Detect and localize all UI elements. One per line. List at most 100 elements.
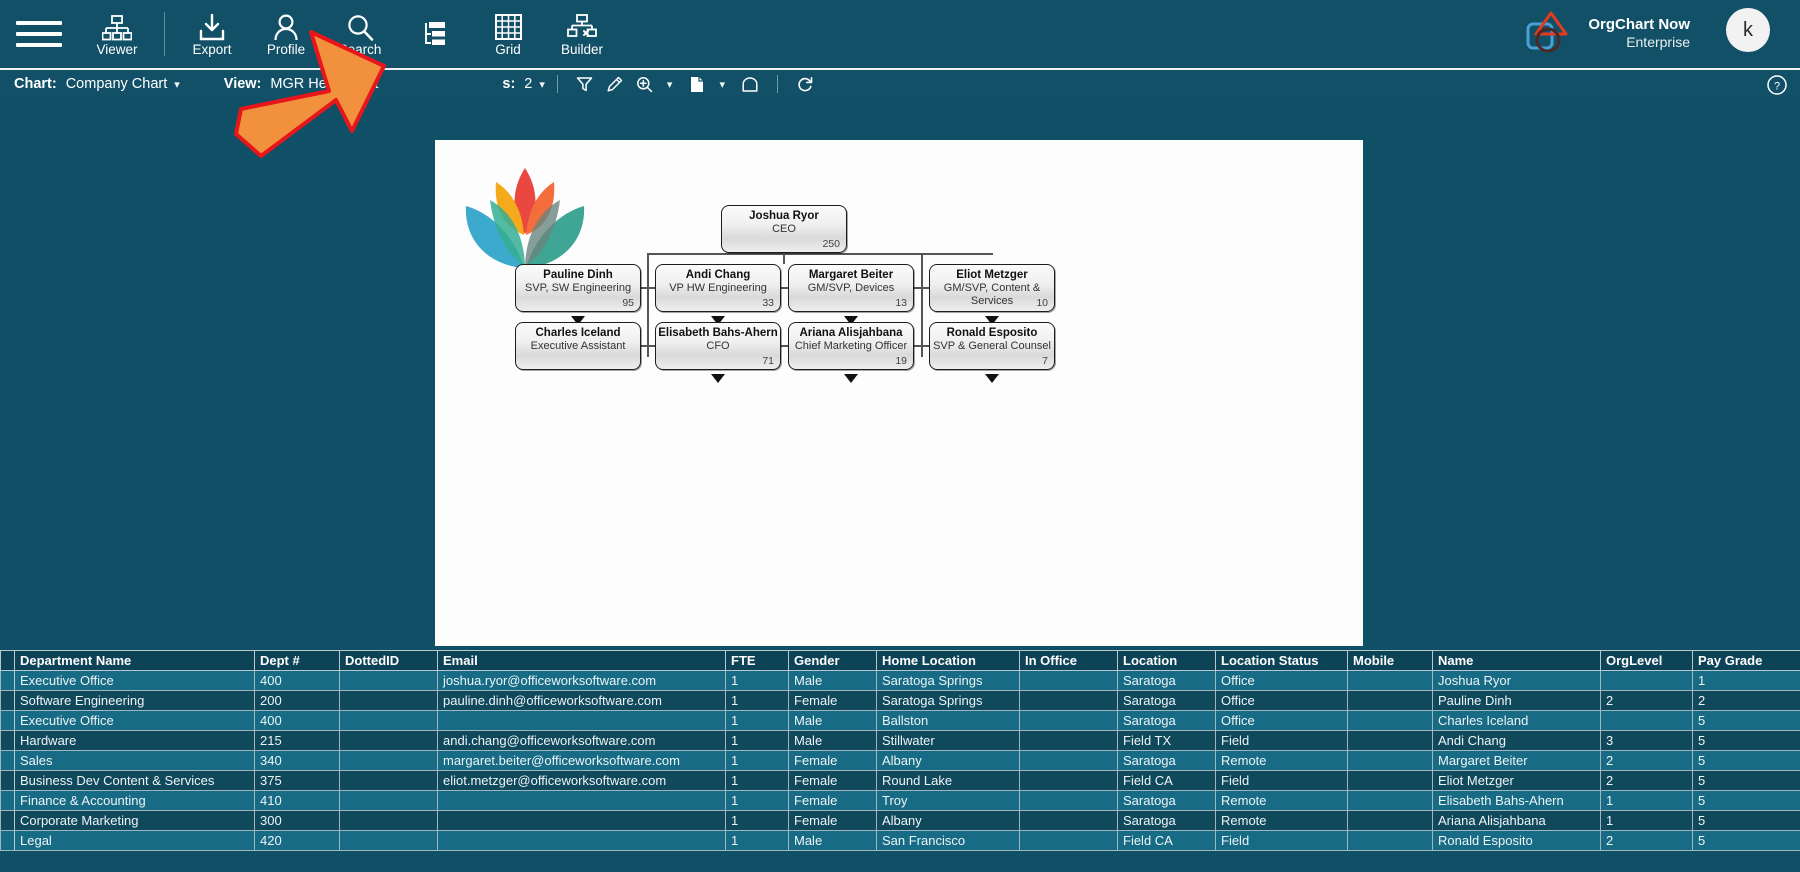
table-row[interactable]: Software Engineering 200 pauline.dinh@offi…: [0, 690, 1800, 711]
table-cell[interactable]: [1019, 690, 1118, 711]
column-header[interactable]: DottedID: [339, 650, 438, 671]
chevron-down-icon-zoom[interactable]: ▾: [667, 78, 673, 91]
table-cell[interactable]: [1600, 670, 1693, 691]
table-cell[interactable]: Saratoga: [1117, 690, 1216, 711]
table-cell[interactable]: Male: [788, 710, 877, 731]
chevron-down-icon-levels[interactable]: ▾: [539, 78, 545, 91]
table-cell[interactable]: [1019, 710, 1118, 731]
chevron-down-icon[interactable]: ▾: [174, 78, 180, 91]
table-cell[interactable]: Remote: [1215, 790, 1348, 811]
table-cell[interactable]: Eliot Metzger: [1432, 770, 1601, 791]
table-row[interactable]: Sales 340 margaret.beiter@officeworksoftwa…: [0, 750, 1800, 771]
toolbar-item-profile[interactable]: Profile: [249, 3, 323, 65]
column-header[interactable]: Home Location: [876, 650, 1020, 671]
table-cell[interactable]: Margaret Beiter: [1432, 750, 1601, 771]
page-setup-icon[interactable]: [682, 71, 712, 97]
row-selector-cell[interactable]: [0, 750, 15, 771]
box-style-icon[interactable]: [735, 71, 765, 97]
table-row[interactable]: Finance & Accounting 410 1 Female Troy Sarato…: [0, 790, 1800, 811]
table-cell[interactable]: andi.chang@officeworksoftware.com: [437, 730, 726, 751]
table-cell[interactable]: Corporate Marketing: [14, 810, 255, 831]
table-cell[interactable]: 410: [254, 790, 340, 811]
table-cell[interactable]: 215: [254, 730, 340, 751]
toolbar-item-export[interactable]: Export: [175, 3, 249, 65]
column-header[interactable]: Department Name: [14, 650, 255, 671]
table-cell[interactable]: Albany: [876, 810, 1020, 831]
table-cell[interactable]: [437, 710, 726, 731]
table-cell[interactable]: Executive Office: [14, 670, 255, 691]
table-cell[interactable]: Field CA: [1117, 770, 1216, 791]
table-cell[interactable]: [1019, 810, 1118, 831]
row-selector-cell[interactable]: [0, 690, 15, 711]
table-cell[interactable]: [1019, 730, 1118, 751]
table-cell[interactable]: 3: [1600, 730, 1693, 751]
chart-select-value[interactable]: Company Chart: [66, 76, 168, 92]
table-cell[interactable]: Pauline Dinh: [1432, 690, 1601, 711]
table-cell[interactable]: [437, 790, 726, 811]
org-node-andi-chang[interactable]: Andi Chang VP HW Engineering 33: [655, 264, 781, 312]
table-cell[interactable]: Business Dev Content & Services: [14, 770, 255, 791]
toolbar-item-search[interactable]: Search: [323, 3, 397, 65]
table-cell[interactable]: [339, 830, 438, 851]
chevron-down-icon-page[interactable]: ▾: [719, 78, 725, 91]
table-cell[interactable]: 1: [725, 750, 789, 771]
table-cell[interactable]: 200: [254, 690, 340, 711]
table-cell[interactable]: [1347, 730, 1433, 751]
table-cell[interactable]: [339, 790, 438, 811]
expand-triangle-elisabeth[interactable]: [711, 374, 725, 383]
org-node-ronald-esposito[interactable]: Ronald Esposito SVP & General Counsel 7: [929, 322, 1055, 370]
row-selector-cell[interactable]: [0, 810, 15, 831]
table-cell[interactable]: [1347, 690, 1433, 711]
table-cell[interactable]: Charles Iceland: [1432, 710, 1601, 731]
expand-triangle-ariana[interactable]: [844, 374, 858, 383]
table-cell[interactable]: Male: [788, 830, 877, 851]
column-header[interactable]: Pay Grade: [1692, 650, 1800, 671]
org-node-elisabeth-bahs-ahern[interactable]: Elisabeth Bahs-Ahern CFO 71: [655, 322, 781, 370]
table-cell[interactable]: [1347, 710, 1433, 731]
org-node-ariana-alisjahbana[interactable]: Ariana Alisjahbana Chief Marketing Offic…: [788, 322, 914, 370]
column-header[interactable]: Mobile: [1347, 650, 1433, 671]
filter-icon[interactable]: [570, 71, 600, 97]
table-cell[interactable]: Stillwater: [876, 730, 1020, 751]
table-cell[interactable]: [1347, 810, 1433, 831]
table-cell[interactable]: Male: [788, 730, 877, 751]
table-cell[interactable]: Saratoga: [1117, 810, 1216, 831]
table-cell[interactable]: margaret.beiter@officeworksoftware.com: [437, 750, 726, 771]
table-cell[interactable]: [1019, 830, 1118, 851]
org-node-charles-iceland[interactable]: Charles Iceland Executive Assistant: [515, 322, 641, 370]
toolbar-item-viewer[interactable]: Viewer: [80, 3, 154, 65]
table-cell[interactable]: Executive Office: [14, 710, 255, 731]
table-cell[interactable]: Field CA: [1117, 830, 1216, 851]
org-node-margaret-beiter[interactable]: Margaret Beiter GM/SVP, Devices 13: [788, 264, 914, 312]
chart-canvas[interactable]: Joshua Ryor CEO 250 Pauline Dinh SVP, SW…: [435, 140, 1363, 646]
table-cell[interactable]: Joshua Ryor: [1432, 670, 1601, 691]
column-header[interactable]: OrgLevel: [1600, 650, 1693, 671]
table-cell[interactable]: 1: [725, 690, 789, 711]
table-cell[interactable]: Female: [788, 750, 877, 771]
table-row[interactable]: Executive Office 400 joshua.ryor@officewor…: [0, 670, 1800, 691]
org-node-eliot-metzger[interactable]: Eliot Metzger GM/SVP, Content & Services…: [929, 264, 1055, 312]
column-header[interactable]: In Office: [1019, 650, 1118, 671]
column-header[interactable]: Dept #: [254, 650, 340, 671]
org-node-pauline-dinh[interactable]: Pauline Dinh SVP, SW Engineering 95: [515, 264, 641, 312]
table-cell[interactable]: pauline.dinh@officeworksoftware.com: [437, 690, 726, 711]
column-header[interactable]: FTE: [725, 650, 789, 671]
table-cell[interactable]: 1: [725, 770, 789, 791]
table-cell[interactable]: Field TX: [1117, 730, 1216, 751]
table-cell[interactable]: Andi Chang: [1432, 730, 1601, 751]
table-cell[interactable]: 1: [1692, 670, 1800, 691]
avatar[interactable]: k: [1726, 8, 1770, 52]
table-cell[interactable]: Remote: [1215, 810, 1348, 831]
table-cell[interactable]: Female: [788, 690, 877, 711]
hamburger-icon[interactable]: [16, 17, 62, 51]
table-cell[interactable]: [339, 730, 438, 751]
table-cell[interactable]: 1: [725, 710, 789, 731]
table-cell[interactable]: 420: [254, 830, 340, 851]
table-cell[interactable]: 1: [725, 730, 789, 751]
table-cell[interactable]: 1: [725, 810, 789, 831]
column-header[interactable]: Location: [1117, 650, 1216, 671]
table-cell[interactable]: Sales: [14, 750, 255, 771]
toolbar-item-grid[interactable]: Grid: [471, 3, 545, 65]
help-circle-icon[interactable]: ?: [1766, 74, 1790, 98]
table-cell[interactable]: 375: [254, 770, 340, 791]
